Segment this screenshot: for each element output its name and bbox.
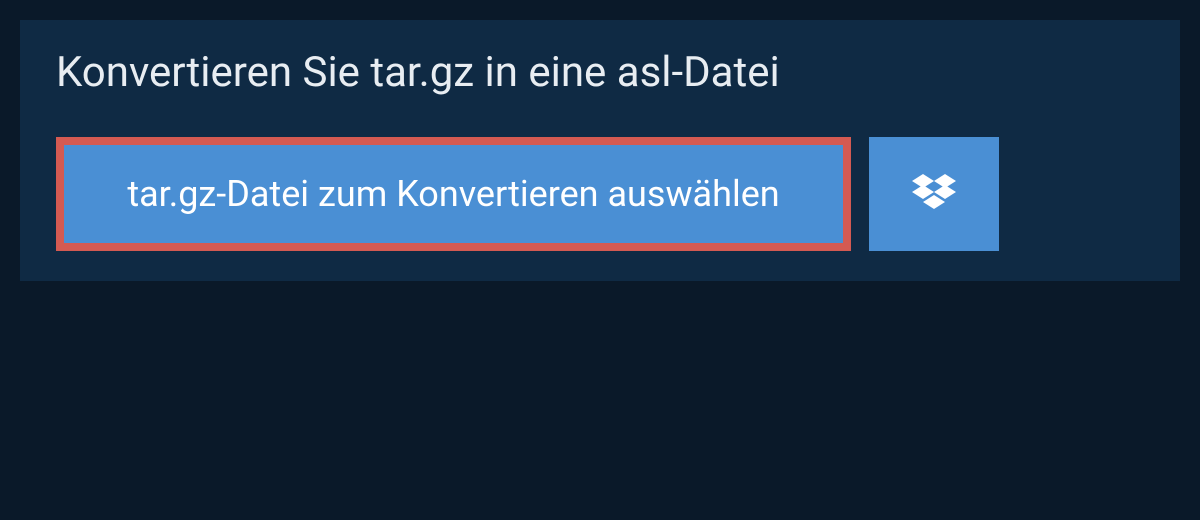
converter-panel: Konvertieren Sie tar.gz in eine asl-Date… bbox=[20, 20, 1180, 281]
action-row: tar.gz-Datei zum Konvertieren auswählen bbox=[20, 137, 1180, 251]
dropbox-button[interactable] bbox=[869, 137, 999, 251]
dropbox-icon bbox=[912, 174, 956, 214]
select-file-button[interactable]: tar.gz-Datei zum Konvertieren auswählen bbox=[56, 137, 851, 251]
page-heading: Konvertieren Sie tar.gz in eine asl-Date… bbox=[20, 20, 1180, 137]
select-file-label: tar.gz-Datei zum Konvertieren auswählen bbox=[127, 173, 779, 215]
